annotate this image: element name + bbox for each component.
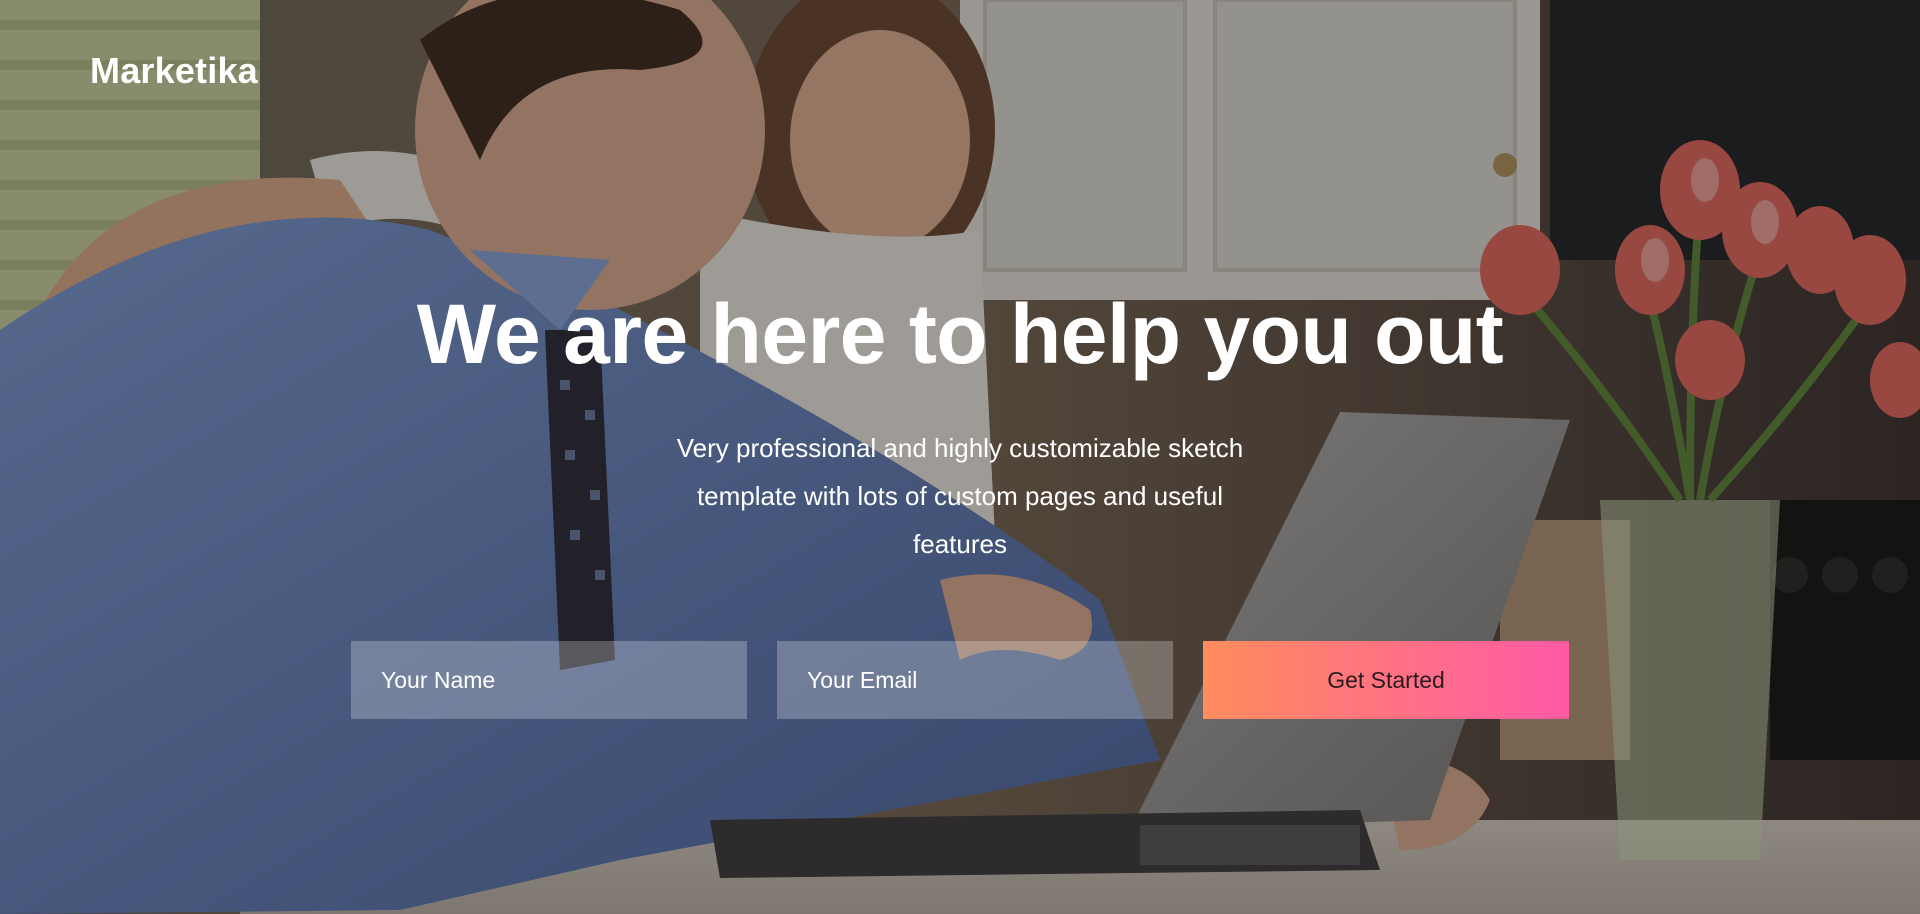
hero-section: Marketika We are here to help you out Ve… (0, 0, 1920, 914)
signup-form: Get Started (351, 641, 1569, 719)
brand-logo[interactable]: Marketika (90, 50, 258, 92)
hero-headline: We are here to help you out (416, 287, 1504, 381)
hero-subtitle: Very professional and highly customizabl… (676, 433, 1244, 559)
get-started-button[interactable]: Get Started (1203, 641, 1569, 719)
name-input[interactable] (351, 641, 747, 719)
email-input[interactable] (777, 641, 1173, 719)
